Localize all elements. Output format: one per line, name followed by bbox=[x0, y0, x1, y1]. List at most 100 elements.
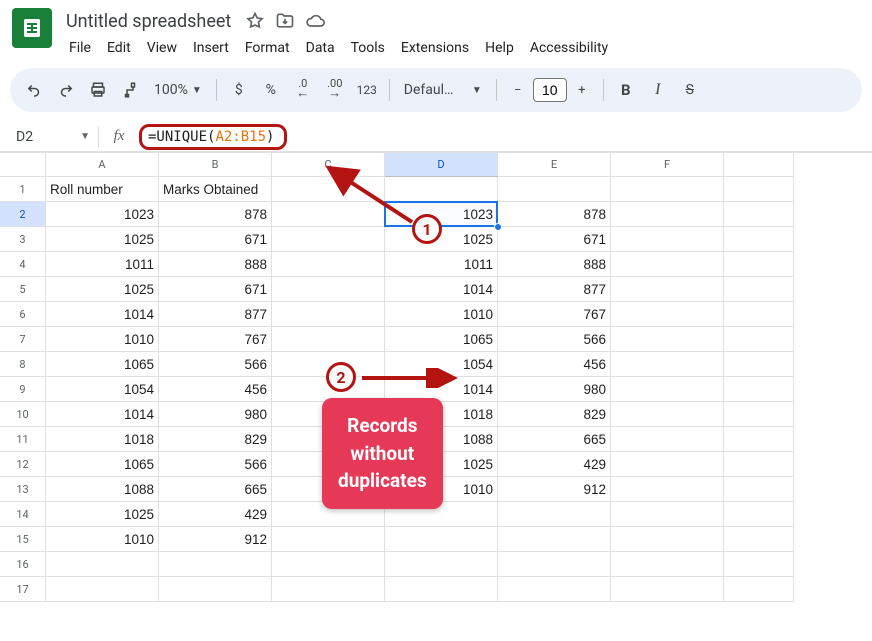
cell-F14[interactable] bbox=[611, 502, 724, 527]
cell-D6[interactable]: 1010 bbox=[385, 302, 498, 327]
cell-A14[interactable]: 1025 bbox=[46, 502, 159, 527]
cell-E17[interactable] bbox=[498, 577, 611, 602]
cell-E14[interactable] bbox=[498, 502, 611, 527]
cell-G13[interactable] bbox=[724, 477, 794, 502]
cell-E4[interactable]: 888 bbox=[498, 252, 611, 277]
cell-F16[interactable] bbox=[611, 552, 724, 577]
row-header-5[interactable]: 5 bbox=[0, 277, 46, 302]
row-header-1[interactable]: 1 bbox=[0, 177, 46, 202]
row-header-12[interactable]: 12 bbox=[0, 452, 46, 477]
menu-insert[interactable]: Insert bbox=[186, 38, 236, 58]
cell-G11[interactable] bbox=[724, 427, 794, 452]
cell-G9[interactable] bbox=[724, 377, 794, 402]
cell-E2[interactable]: 878 bbox=[498, 202, 611, 227]
cell-B13[interactable]: 665 bbox=[159, 477, 272, 502]
cell-E3[interactable]: 671 bbox=[498, 227, 611, 252]
cell-G7[interactable] bbox=[724, 327, 794, 352]
cell-E6[interactable]: 767 bbox=[498, 302, 611, 327]
cell-F15[interactable] bbox=[611, 527, 724, 552]
cell-F11[interactable] bbox=[611, 427, 724, 452]
cell-A11[interactable]: 1018 bbox=[46, 427, 159, 452]
row-header-13[interactable]: 13 bbox=[0, 477, 46, 502]
cell-E15[interactable] bbox=[498, 527, 611, 552]
name-box[interactable]: D2 ▼ bbox=[0, 129, 98, 145]
cell-A10[interactable]: 1014 bbox=[46, 402, 159, 427]
cell-F17[interactable] bbox=[611, 577, 724, 602]
menu-view[interactable]: View bbox=[140, 38, 184, 58]
cell-C3[interactable] bbox=[272, 227, 385, 252]
cell-A4[interactable]: 1011 bbox=[46, 252, 159, 277]
col-header-F[interactable]: F bbox=[611, 153, 724, 177]
bold-button[interactable]: B bbox=[612, 75, 640, 105]
cell-G17[interactable] bbox=[724, 577, 794, 602]
row-header-16[interactable]: 16 bbox=[0, 552, 46, 577]
cell-G6[interactable] bbox=[724, 302, 794, 327]
row-header-10[interactable]: 10 bbox=[0, 402, 46, 427]
cell-C6[interactable] bbox=[272, 302, 385, 327]
row-header-4[interactable]: 4 bbox=[0, 252, 46, 277]
cell-G1[interactable] bbox=[724, 177, 794, 202]
menu-help[interactable]: Help bbox=[478, 38, 521, 58]
col-header-B[interactable]: B bbox=[159, 153, 272, 177]
increase-decimal-button[interactable]: .00→ bbox=[321, 75, 349, 105]
row-header-8[interactable]: 8 bbox=[0, 352, 46, 377]
cell-B9[interactable]: 456 bbox=[159, 377, 272, 402]
undo-button[interactable] bbox=[20, 75, 48, 105]
col-header-extra[interactable] bbox=[724, 153, 794, 177]
cell-C7[interactable] bbox=[272, 327, 385, 352]
font-size-increase-button[interactable]: + bbox=[569, 77, 595, 103]
more-formats-button[interactable]: 123 bbox=[353, 75, 381, 105]
cell-G12[interactable] bbox=[724, 452, 794, 477]
menu-accessibility[interactable]: Accessibility bbox=[523, 38, 615, 58]
cell-G3[interactable] bbox=[724, 227, 794, 252]
menu-tools[interactable]: Tools bbox=[344, 38, 392, 58]
cloud-status-icon[interactable] bbox=[305, 11, 325, 31]
cell-A6[interactable]: 1014 bbox=[46, 302, 159, 327]
cell-D5[interactable]: 1014 bbox=[385, 277, 498, 302]
star-icon[interactable] bbox=[245, 11, 265, 31]
cell-E5[interactable]: 877 bbox=[498, 277, 611, 302]
cell-E16[interactable] bbox=[498, 552, 611, 577]
cell-G14[interactable] bbox=[724, 502, 794, 527]
font-size-input[interactable] bbox=[533, 78, 567, 102]
doc-title[interactable]: Untitled spreadsheet bbox=[62, 11, 235, 32]
cell-A16[interactable] bbox=[46, 552, 159, 577]
col-header-E[interactable]: E bbox=[498, 153, 611, 177]
cell-F12[interactable] bbox=[611, 452, 724, 477]
cell-E9[interactable]: 980 bbox=[498, 377, 611, 402]
cell-F6[interactable] bbox=[611, 302, 724, 327]
cell-A3[interactable]: 1025 bbox=[46, 227, 159, 252]
cell-B5[interactable]: 671 bbox=[159, 277, 272, 302]
menu-data[interactable]: Data bbox=[299, 38, 342, 58]
cell-B4[interactable]: 888 bbox=[159, 252, 272, 277]
percent-button[interactable]: % bbox=[257, 75, 285, 105]
col-header-A[interactable]: A bbox=[46, 153, 159, 177]
cell-A12[interactable]: 1065 bbox=[46, 452, 159, 477]
cell-B2[interactable]: 878 bbox=[159, 202, 272, 227]
cell-C15[interactable] bbox=[272, 527, 385, 552]
cell-E11[interactable]: 665 bbox=[498, 427, 611, 452]
cell-F1[interactable] bbox=[611, 177, 724, 202]
cell-E13[interactable]: 912 bbox=[498, 477, 611, 502]
menu-edit[interactable]: Edit bbox=[100, 38, 138, 58]
cell-B14[interactable]: 429 bbox=[159, 502, 272, 527]
row-header-6[interactable]: 6 bbox=[0, 302, 46, 327]
cell-C4[interactable] bbox=[272, 252, 385, 277]
row-header-15[interactable]: 15 bbox=[0, 527, 46, 552]
font-family-dropdown[interactable]: Defaul… ▼ bbox=[398, 82, 488, 98]
row-header-14[interactable]: 14 bbox=[0, 502, 46, 527]
sheets-logo-icon[interactable] bbox=[12, 8, 52, 48]
cell-B10[interactable]: 980 bbox=[159, 402, 272, 427]
cell-A5[interactable]: 1025 bbox=[46, 277, 159, 302]
cell-G5[interactable] bbox=[724, 277, 794, 302]
cell-D16[interactable] bbox=[385, 552, 498, 577]
decrease-decimal-button[interactable]: .0← bbox=[289, 75, 317, 105]
menu-format[interactable]: Format bbox=[238, 38, 297, 58]
row-header-2[interactable]: 2 bbox=[0, 202, 46, 227]
cell-B12[interactable]: 566 bbox=[159, 452, 272, 477]
cell-B8[interactable]: 566 bbox=[159, 352, 272, 377]
cell-E12[interactable]: 429 bbox=[498, 452, 611, 477]
cell-B6[interactable]: 877 bbox=[159, 302, 272, 327]
cell-G16[interactable] bbox=[724, 552, 794, 577]
cell-G2[interactable] bbox=[724, 202, 794, 227]
